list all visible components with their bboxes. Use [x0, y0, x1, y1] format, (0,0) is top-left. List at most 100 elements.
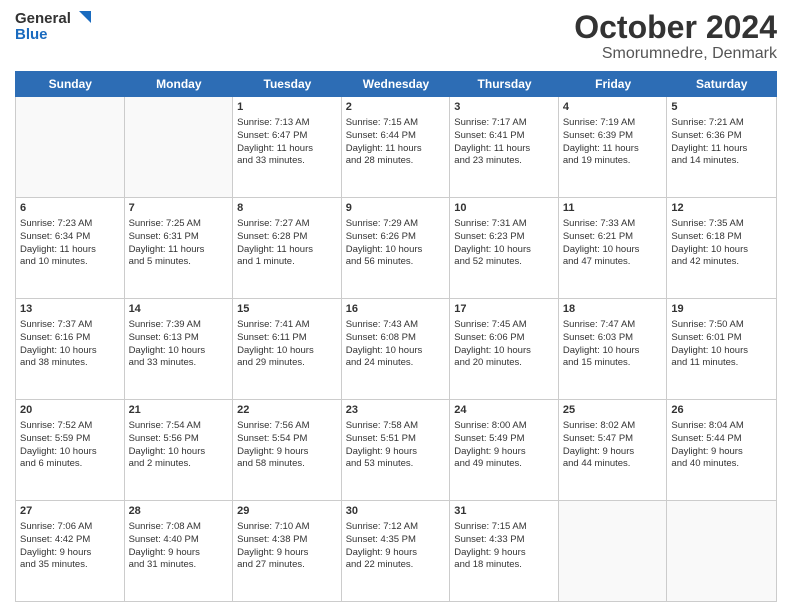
- daylight-line1: Daylight: 9 hours: [454, 547, 525, 558]
- daylight-line2: and 44 minutes.: [563, 458, 631, 469]
- sunrise-line: Sunrise: 7:54 AM: [129, 420, 201, 431]
- sunset-line: Sunset: 4:38 PM: [237, 534, 307, 545]
- day-cell-16: 16 Sunrise: 7:43 AM Sunset: 6:08 PM Dayl…: [342, 299, 451, 399]
- day-cell-19: 19 Sunrise: 7:50 AM Sunset: 6:01 PM Dayl…: [667, 299, 776, 399]
- sunrise-line: Sunrise: 7:19 AM: [563, 117, 635, 128]
- daylight-line1: Daylight: 9 hours: [237, 446, 308, 457]
- daylight-line2: and 18 minutes.: [454, 559, 522, 570]
- day-number: 3: [454, 100, 554, 115]
- daylight-line1: Daylight: 10 hours: [346, 345, 423, 356]
- sunrise-line: Sunrise: 7:58 AM: [346, 420, 418, 431]
- daylight-line1: Daylight: 11 hours: [237, 244, 313, 255]
- day-cell-31: 31 Sunrise: 7:15 AM Sunset: 4:33 PM Dayl…: [450, 501, 559, 601]
- day-cell-25: 25 Sunrise: 8:02 AM Sunset: 5:47 PM Dayl…: [559, 400, 668, 500]
- sunset-line: Sunset: 6:36 PM: [671, 130, 741, 141]
- sunrise-line: Sunrise: 7:25 AM: [129, 218, 201, 229]
- sunset-line: Sunset: 6:31 PM: [129, 231, 199, 242]
- daylight-line1: Daylight: 9 hours: [346, 446, 417, 457]
- daylight-line1: Daylight: 9 hours: [563, 446, 634, 457]
- header-day-saturday: Saturday: [667, 72, 776, 96]
- sunset-line: Sunset: 5:59 PM: [20, 433, 90, 444]
- daylight-line2: and 20 minutes.: [454, 357, 522, 368]
- day-number: 11: [563, 201, 663, 216]
- title-block: October 2024 Smorumnedre, Denmark: [574, 10, 777, 63]
- sunrise-line: Sunrise: 7:43 AM: [346, 319, 418, 330]
- daylight-line1: Daylight: 10 hours: [563, 345, 640, 356]
- day-number: 1: [237, 100, 337, 115]
- sunset-line: Sunset: 6:06 PM: [454, 332, 524, 343]
- sunrise-line: Sunrise: 7:50 AM: [671, 319, 743, 330]
- day-number: 5: [671, 100, 772, 115]
- daylight-line2: and 49 minutes.: [454, 458, 522, 469]
- logo: General Blue: [15, 10, 91, 43]
- daylight-line2: and 42 minutes.: [671, 256, 739, 267]
- sunset-line: Sunset: 4:42 PM: [20, 534, 90, 545]
- empty-cell: [667, 501, 776, 601]
- day-cell-13: 13 Sunrise: 7:37 AM Sunset: 6:16 PM Dayl…: [16, 299, 125, 399]
- day-number: 6: [20, 201, 120, 216]
- sunset-line: Sunset: 6:34 PM: [20, 231, 90, 242]
- sunrise-line: Sunrise: 7:39 AM: [129, 319, 201, 330]
- sunrise-line: Sunrise: 7:27 AM: [237, 218, 309, 229]
- daylight-line1: Daylight: 9 hours: [454, 446, 525, 457]
- day-cell-12: 12 Sunrise: 7:35 AM Sunset: 6:18 PM Dayl…: [667, 198, 776, 298]
- day-cell-30: 30 Sunrise: 7:12 AM Sunset: 4:35 PM Dayl…: [342, 501, 451, 601]
- sunrise-line: Sunrise: 7:56 AM: [237, 420, 309, 431]
- day-number: 26: [671, 403, 772, 418]
- sunset-line: Sunset: 6:28 PM: [237, 231, 307, 242]
- day-cell-23: 23 Sunrise: 7:58 AM Sunset: 5:51 PM Dayl…: [342, 400, 451, 500]
- sunset-line: Sunset: 6:18 PM: [671, 231, 741, 242]
- daylight-line1: Daylight: 10 hours: [563, 244, 640, 255]
- header-day-friday: Friday: [559, 72, 668, 96]
- daylight-line2: and 38 minutes.: [20, 357, 88, 368]
- empty-cell: [125, 97, 234, 197]
- sunrise-line: Sunrise: 7:17 AM: [454, 117, 526, 128]
- sunrise-line: Sunrise: 7:15 AM: [346, 117, 418, 128]
- day-cell-17: 17 Sunrise: 7:45 AM Sunset: 6:06 PM Dayl…: [450, 299, 559, 399]
- daylight-line2: and 33 minutes.: [237, 155, 305, 166]
- sunset-line: Sunset: 5:47 PM: [563, 433, 633, 444]
- sunrise-line: Sunrise: 7:45 AM: [454, 319, 526, 330]
- daylight-line2: and 24 minutes.: [346, 357, 414, 368]
- daylight-line1: Daylight: 9 hours: [346, 547, 417, 558]
- day-number: 16: [346, 302, 446, 317]
- sunrise-line: Sunrise: 7:15 AM: [454, 521, 526, 532]
- daylight-line2: and 2 minutes.: [129, 458, 191, 469]
- daylight-line2: and 11 minutes.: [671, 357, 738, 368]
- daylight-line2: and 52 minutes.: [454, 256, 522, 267]
- daylight-line2: and 19 minutes.: [563, 155, 631, 166]
- daylight-line2: and 27 minutes.: [237, 559, 305, 570]
- day-number: 24: [454, 403, 554, 418]
- daylight-line1: Daylight: 10 hours: [671, 244, 748, 255]
- day-cell-27: 27 Sunrise: 7:06 AM Sunset: 4:42 PM Dayl…: [16, 501, 125, 601]
- calendar-header: SundayMondayTuesdayWednesdayThursdayFrid…: [15, 71, 777, 97]
- daylight-line1: Daylight: 10 hours: [454, 345, 531, 356]
- daylight-line1: Daylight: 10 hours: [237, 345, 314, 356]
- sunset-line: Sunset: 6:13 PM: [129, 332, 199, 343]
- calendar-page: General Blue October 2024 Smorumnedre, D…: [0, 0, 792, 612]
- sunset-line: Sunset: 6:26 PM: [346, 231, 416, 242]
- sunset-line: Sunset: 6:16 PM: [20, 332, 90, 343]
- day-number: 9: [346, 201, 446, 216]
- sunset-line: Sunset: 6:11 PM: [237, 332, 307, 343]
- sunset-line: Sunset: 6:21 PM: [563, 231, 633, 242]
- sunset-line: Sunset: 5:49 PM: [454, 433, 524, 444]
- daylight-line1: Daylight: 9 hours: [237, 547, 308, 558]
- daylight-line2: and 14 minutes.: [671, 155, 739, 166]
- daylight-line1: Daylight: 11 hours: [20, 244, 96, 255]
- empty-cell: [559, 501, 668, 601]
- day-cell-2: 2 Sunrise: 7:15 AM Sunset: 6:44 PM Dayli…: [342, 97, 451, 197]
- day-number: 28: [129, 504, 229, 519]
- day-cell-7: 7 Sunrise: 7:25 AM Sunset: 6:31 PM Dayli…: [125, 198, 234, 298]
- day-cell-18: 18 Sunrise: 7:47 AM Sunset: 6:03 PM Dayl…: [559, 299, 668, 399]
- daylight-line2: and 10 minutes.: [20, 256, 88, 267]
- sunset-line: Sunset: 6:39 PM: [563, 130, 633, 141]
- daylight-line2: and 1 minute.: [237, 256, 295, 267]
- sunrise-line: Sunrise: 8:02 AM: [563, 420, 635, 431]
- daylight-line1: Daylight: 11 hours: [237, 143, 313, 154]
- calendar-row-2: 6 Sunrise: 7:23 AM Sunset: 6:34 PM Dayli…: [16, 198, 776, 299]
- sunrise-line: Sunrise: 8:00 AM: [454, 420, 526, 431]
- daylight-line1: Daylight: 10 hours: [20, 446, 97, 457]
- day-number: 7: [129, 201, 229, 216]
- header-day-sunday: Sunday: [16, 72, 125, 96]
